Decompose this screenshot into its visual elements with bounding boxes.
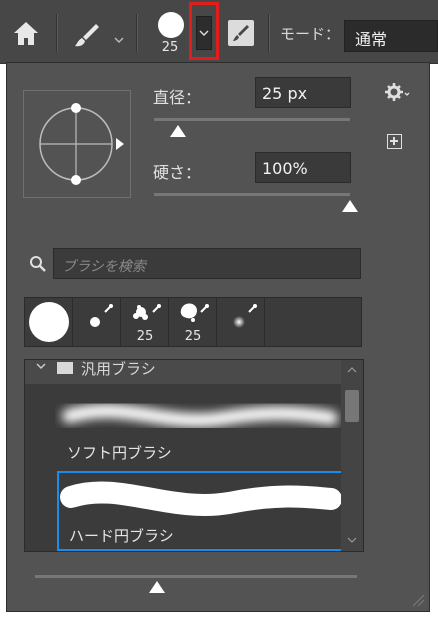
brush-item-soft-round[interactable]: ソフト円ブラシ <box>55 386 341 466</box>
highlight-box <box>189 2 219 60</box>
scrollbar[interactable] <box>341 360 363 551</box>
separator <box>136 14 137 52</box>
options-bar: 25 モード： 通常 <box>0 0 438 64</box>
hardness-label: 硬さ： <box>153 163 202 182</box>
gear-icon[interactable] <box>385 82 411 102</box>
hardness-slider-track[interactable] <box>154 193 350 196</box>
chevron-down-icon[interactable] <box>113 30 125 43</box>
mode-select[interactable]: 通常 <box>344 20 438 52</box>
resize-grip-icon[interactable] <box>409 591 425 607</box>
brush-settings-panel-toggle-icon[interactable] <box>228 20 254 46</box>
brush-group-header[interactable]: 汎用ブラシ <box>25 360 341 384</box>
diameter-slider-track[interactable] <box>154 118 350 121</box>
separator <box>268 14 269 52</box>
home-icon[interactable] <box>10 18 42 50</box>
diameter-label: 直径： <box>153 88 202 107</box>
recent-brush-splatter[interactable]: 25 <box>121 298 169 346</box>
search-icon <box>28 254 48 274</box>
brush-search-input[interactable]: ブラシを検索 <box>53 248 361 279</box>
scrollbar-thumb[interactable] <box>345 390 359 422</box>
brush-size-label: 25 <box>161 40 179 55</box>
recent-brush-splatter-2[interactable]: 25 <box>169 298 217 346</box>
brush-name: ハード円ブラシ <box>69 527 174 545</box>
brush-preset-panel: 直径： 25 px 硬さ： 100% ブラシを検索 25 25 汎用ブラシ ソフ… <box>6 62 430 612</box>
recent-brushes: 25 25 <box>24 297 362 347</box>
brush-list: 汎用ブラシ ソフト円ブラシ ハード円ブラシ <box>24 359 364 552</box>
separator <box>56 14 57 52</box>
brush-tip-preview[interactable] <box>23 90 131 198</box>
brush-group-label: 汎用ブラシ <box>81 360 156 378</box>
new-preset-icon[interactable] <box>387 134 402 149</box>
recent-brush-hard-round-small[interactable] <box>73 298 121 346</box>
preview-size-slider-track[interactable] <box>35 575 357 578</box>
diameter-input[interactable]: 25 px <box>255 77 351 108</box>
brush-name: ソフト円ブラシ <box>67 444 172 462</box>
diameter-slider-thumb[interactable] <box>169 125 186 137</box>
brush-preset-preview[interactable] <box>158 12 184 38</box>
hardness-slider-thumb[interactable] <box>342 200 358 212</box>
hardness-input[interactable]: 100% <box>255 152 351 183</box>
recent-brush-soft-small[interactable] <box>217 298 265 346</box>
mode-label: モード： <box>280 25 341 43</box>
recent-brush-size: 25 <box>184 329 202 344</box>
recent-brush-hard-round-large[interactable] <box>25 298 73 346</box>
recent-brush-size: 25 <box>136 329 154 344</box>
brush-tool-icon[interactable] <box>72 20 102 50</box>
brush-item-hard-round-selected[interactable]: ハード円ブラシ <box>57 471 343 551</box>
preview-size-slider-thumb[interactable] <box>149 581 166 593</box>
